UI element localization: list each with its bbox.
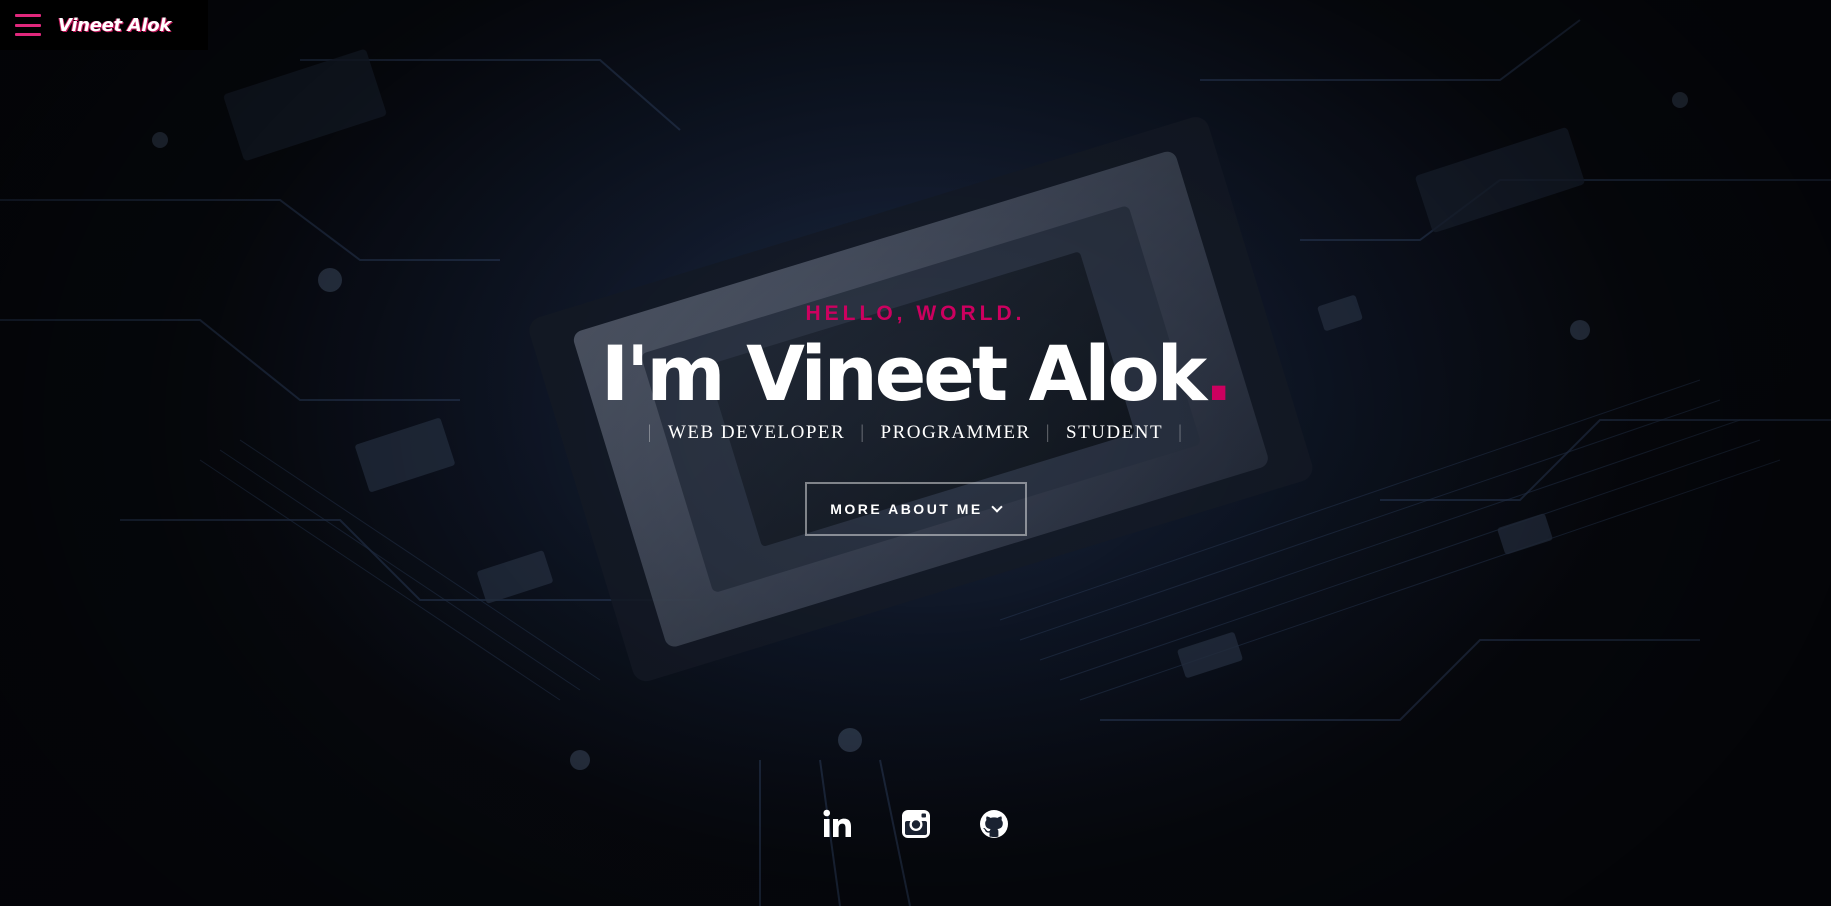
role-separator: | bbox=[647, 422, 653, 443]
chevron-down-icon bbox=[991, 501, 1003, 513]
brand-logo-text[interactable]: Vineet Alok bbox=[58, 15, 171, 36]
linkedin-icon[interactable] bbox=[821, 807, 855, 841]
roles-list: | WEB DEVELOPER | PROGRAMMER | STUDENT | bbox=[0, 422, 1831, 444]
more-about-me-button[interactable]: MORE ABOUT ME bbox=[804, 482, 1027, 536]
instagram-icon[interactable] bbox=[899, 807, 933, 841]
hamburger-line bbox=[15, 23, 41, 27]
hero-section: Vineet Alok HELLO, WORLD. I'm Vineet Alo… bbox=[0, 0, 1831, 906]
greeting-text: HELLO, WORLD. bbox=[805, 302, 1026, 325]
headline-dot: . bbox=[1204, 329, 1233, 418]
role-item: WEB DEVELOPER bbox=[667, 422, 846, 443]
headline-text: I'm Vineet Alok bbox=[600, 329, 1207, 418]
role-item: STUDENT bbox=[1066, 422, 1164, 443]
social-links bbox=[0, 807, 1831, 841]
role-separator: | bbox=[1045, 422, 1051, 443]
role-separator: | bbox=[860, 422, 866, 443]
github-icon[interactable] bbox=[977, 807, 1011, 841]
hamburger-icon[interactable] bbox=[15, 14, 41, 36]
role-item: PROGRAMMER bbox=[880, 422, 1031, 443]
hamburger-line bbox=[15, 14, 41, 17]
role-separator: | bbox=[1178, 422, 1184, 443]
more-about-me-label: MORE ABOUT ME bbox=[830, 501, 983, 517]
hamburger-line bbox=[15, 33, 41, 36]
intro-block: HELLO, WORLD. I'm Vineet Alok. | WEB DEV… bbox=[0, 296, 1831, 536]
page-title: I'm Vineet Alok. bbox=[0, 332, 1831, 416]
top-bar: Vineet Alok bbox=[0, 0, 208, 50]
